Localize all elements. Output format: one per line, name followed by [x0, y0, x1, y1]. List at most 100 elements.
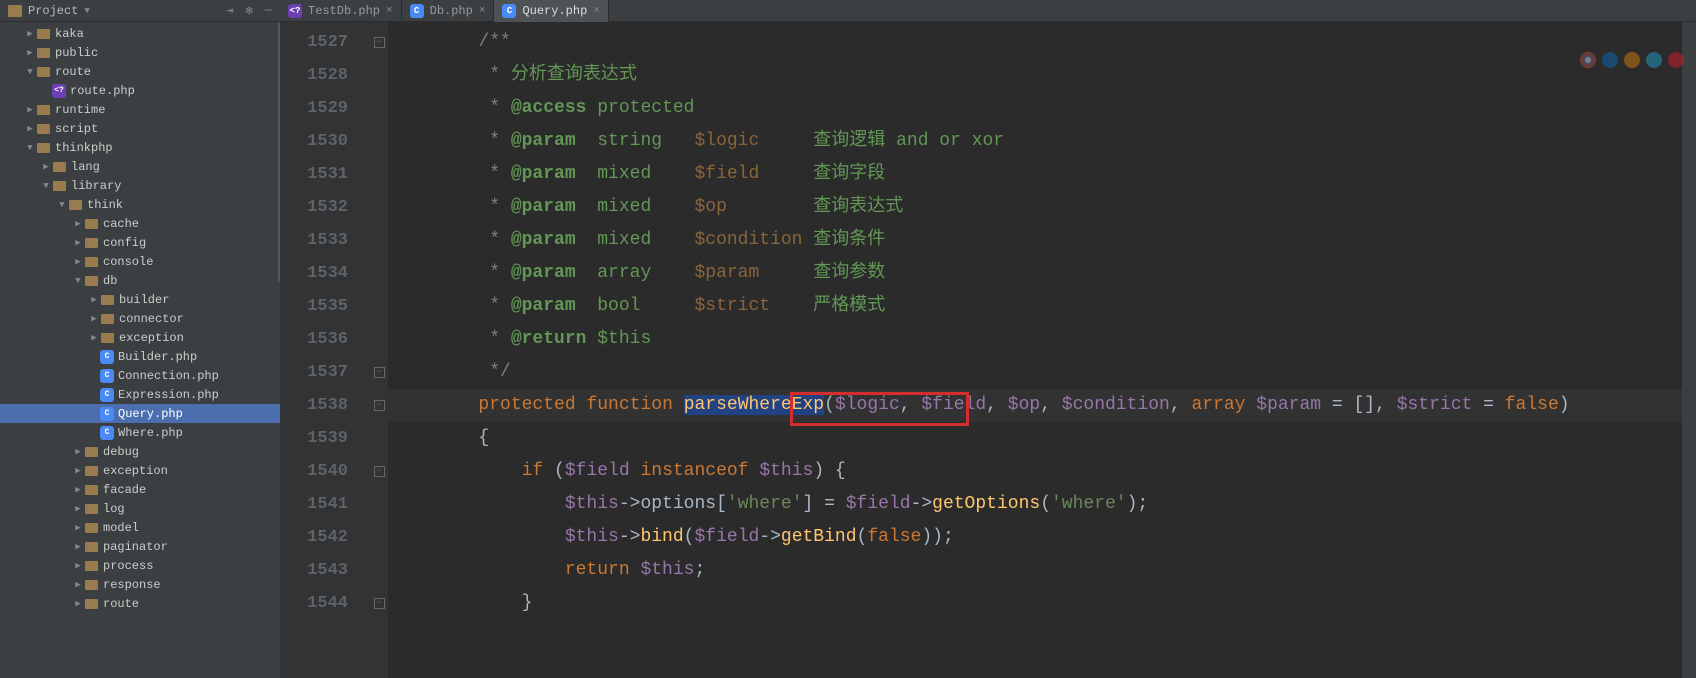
tree-arrow-icon[interactable]: ▼	[40, 181, 52, 191]
fold-marker[interactable]	[370, 191, 388, 224]
tree-item[interactable]: ▶process	[0, 556, 280, 575]
opera-icon[interactable]	[1668, 52, 1684, 68]
tree-arrow-icon[interactable]: ▶	[72, 542, 84, 552]
fold-marker[interactable]: −	[370, 356, 388, 389]
editor-tab[interactable]: CDb.php×	[402, 0, 495, 22]
tree-item[interactable]: CConnection.php	[0, 366, 280, 385]
tree-item[interactable]: CWhere.php	[0, 423, 280, 442]
tree-arrow-icon[interactable]: ▶	[88, 314, 100, 324]
tree-item[interactable]: ▶exception	[0, 461, 280, 480]
tree-arrow-icon[interactable]: ▶	[24, 29, 36, 39]
tree-item[interactable]: ▶debug	[0, 442, 280, 461]
tree-arrow-icon[interactable]: ▶	[88, 295, 100, 305]
fold-marker[interactable]	[370, 158, 388, 191]
hide-icon[interactable]: —	[265, 3, 272, 18]
tree-label: Where.php	[118, 426, 183, 440]
fold-marker[interactable]	[370, 290, 388, 323]
fold-marker[interactable]	[370, 257, 388, 290]
tree-arrow-icon[interactable]: ▶	[24, 124, 36, 134]
tree-item[interactable]: CExpression.php	[0, 385, 280, 404]
editor-scrollbar[interactable]	[1682, 22, 1696, 678]
gear-icon[interactable]: ✻	[246, 3, 253, 18]
editor-tab[interactable]: CQuery.php×	[494, 0, 608, 22]
line-number: 1527	[280, 26, 348, 59]
fold-marker[interactable]: −	[370, 455, 388, 488]
fold-marker[interactable]	[370, 422, 388, 455]
project-sidebar[interactable]: ▶kaka▶public▼route<?route.php▶runtime▶sc…	[0, 22, 280, 678]
tree-arrow-icon[interactable]: ▶	[72, 580, 84, 590]
fold-marker[interactable]: −	[370, 587, 388, 620]
folder-icon	[84, 539, 99, 554]
tree-item[interactable]: ▶connector	[0, 309, 280, 328]
tree-arrow-icon[interactable]: ▶	[24, 105, 36, 115]
tree-item[interactable]: ▼library	[0, 176, 280, 195]
tree-arrow-icon[interactable]: ▶	[88, 333, 100, 343]
tree-item[interactable]: ▶model	[0, 518, 280, 537]
tree-item[interactable]: ▶exception	[0, 328, 280, 347]
firefox-icon[interactable]	[1624, 52, 1640, 68]
tree-arrow-icon[interactable]: ▼	[72, 276, 84, 286]
tree-arrow-icon[interactable]: ▶	[72, 523, 84, 533]
tree-arrow-icon[interactable]: ▶	[72, 238, 84, 248]
fold-marker[interactable]	[370, 59, 388, 92]
tree-item[interactable]: ▶log	[0, 499, 280, 518]
fold-marker[interactable]	[370, 554, 388, 587]
fold-marker[interactable]	[370, 224, 388, 257]
tree-item[interactable]: ▶paginator	[0, 537, 280, 556]
close-icon[interactable]: ×	[593, 5, 600, 17]
ie-icon[interactable]	[1646, 52, 1662, 68]
code-editor[interactable]: 1527152815291530153115321533153415351536…	[280, 22, 1696, 678]
folder-icon	[84, 501, 99, 516]
tree-item[interactable]: CBuilder.php	[0, 347, 280, 366]
editor-tab[interactable]: <?TestDb.php×	[280, 0, 402, 22]
tree-item[interactable]: ▶cache	[0, 214, 280, 233]
fold-marker[interactable]	[370, 521, 388, 554]
tree-arrow-icon[interactable]: ▼	[24, 143, 36, 153]
code-area[interactable]: /** * 分析查询表达式 * @access protected * @par…	[388, 22, 1682, 678]
tree-item[interactable]: ▶lang	[0, 157, 280, 176]
tree-item[interactable]: ▼db	[0, 271, 280, 290]
tree-item[interactable]: ▶response	[0, 575, 280, 594]
tree-item[interactable]: ▶runtime	[0, 100, 280, 119]
tree-arrow-icon[interactable]: ▶	[72, 219, 84, 229]
tree-item[interactable]: ▼thinkphp	[0, 138, 280, 157]
fold-marker[interactable]	[370, 92, 388, 125]
close-icon[interactable]: ×	[479, 5, 486, 17]
tree-item[interactable]: ▶facade	[0, 480, 280, 499]
tree-item[interactable]: ▶console	[0, 252, 280, 271]
chrome-icon[interactable]	[1580, 52, 1596, 68]
tree-arrow-icon[interactable]: ▶	[24, 48, 36, 58]
tree-arrow-icon[interactable]: ▶	[72, 485, 84, 495]
dropdown-icon[interactable]: ▼	[84, 6, 89, 16]
tree-arrow-icon[interactable]: ▶	[72, 466, 84, 476]
fold-marker[interactable]	[370, 488, 388, 521]
tree-arrow-icon[interactable]: ▶	[72, 257, 84, 267]
fold-marker[interactable]: −	[370, 26, 388, 59]
tree-item[interactable]: ▶route	[0, 594, 280, 613]
fold-marker[interactable]: −	[370, 389, 388, 422]
tree-item[interactable]: ▶config	[0, 233, 280, 252]
project-tool-header[interactable]: Project ▼ ⇥ ✻ —	[0, 3, 280, 18]
tree-arrow-icon[interactable]: ▶	[72, 447, 84, 457]
tree-item[interactable]: ▶script	[0, 119, 280, 138]
tree-arrow-icon[interactable]: ▼	[24, 67, 36, 77]
tree-item[interactable]: ▼think	[0, 195, 280, 214]
tree-item[interactable]: <?route.php	[0, 81, 280, 100]
tree-item[interactable]: ▼route	[0, 62, 280, 81]
tree-item[interactable]: CQuery.php	[0, 404, 280, 423]
collapse-icon[interactable]: ⇥	[226, 3, 233, 18]
close-icon[interactable]: ×	[386, 5, 393, 17]
tree-item[interactable]: ▶kaka	[0, 24, 280, 43]
tree-arrow-icon[interactable]: ▶	[72, 504, 84, 514]
tree-arrow-icon[interactable]: ▶	[72, 599, 84, 609]
folder-icon	[36, 45, 51, 60]
tree-item[interactable]: ▶builder	[0, 290, 280, 309]
fold-marker[interactable]	[370, 125, 388, 158]
fold-marker[interactable]	[370, 323, 388, 356]
tree-arrow-icon[interactable]: ▼	[56, 200, 68, 210]
tree-arrow-icon[interactable]: ▶	[72, 561, 84, 571]
tree-item[interactable]: ▶public	[0, 43, 280, 62]
tree-arrow-icon[interactable]: ▶	[40, 162, 52, 172]
line-number: 1544	[280, 587, 348, 620]
edge-icon[interactable]	[1602, 52, 1618, 68]
